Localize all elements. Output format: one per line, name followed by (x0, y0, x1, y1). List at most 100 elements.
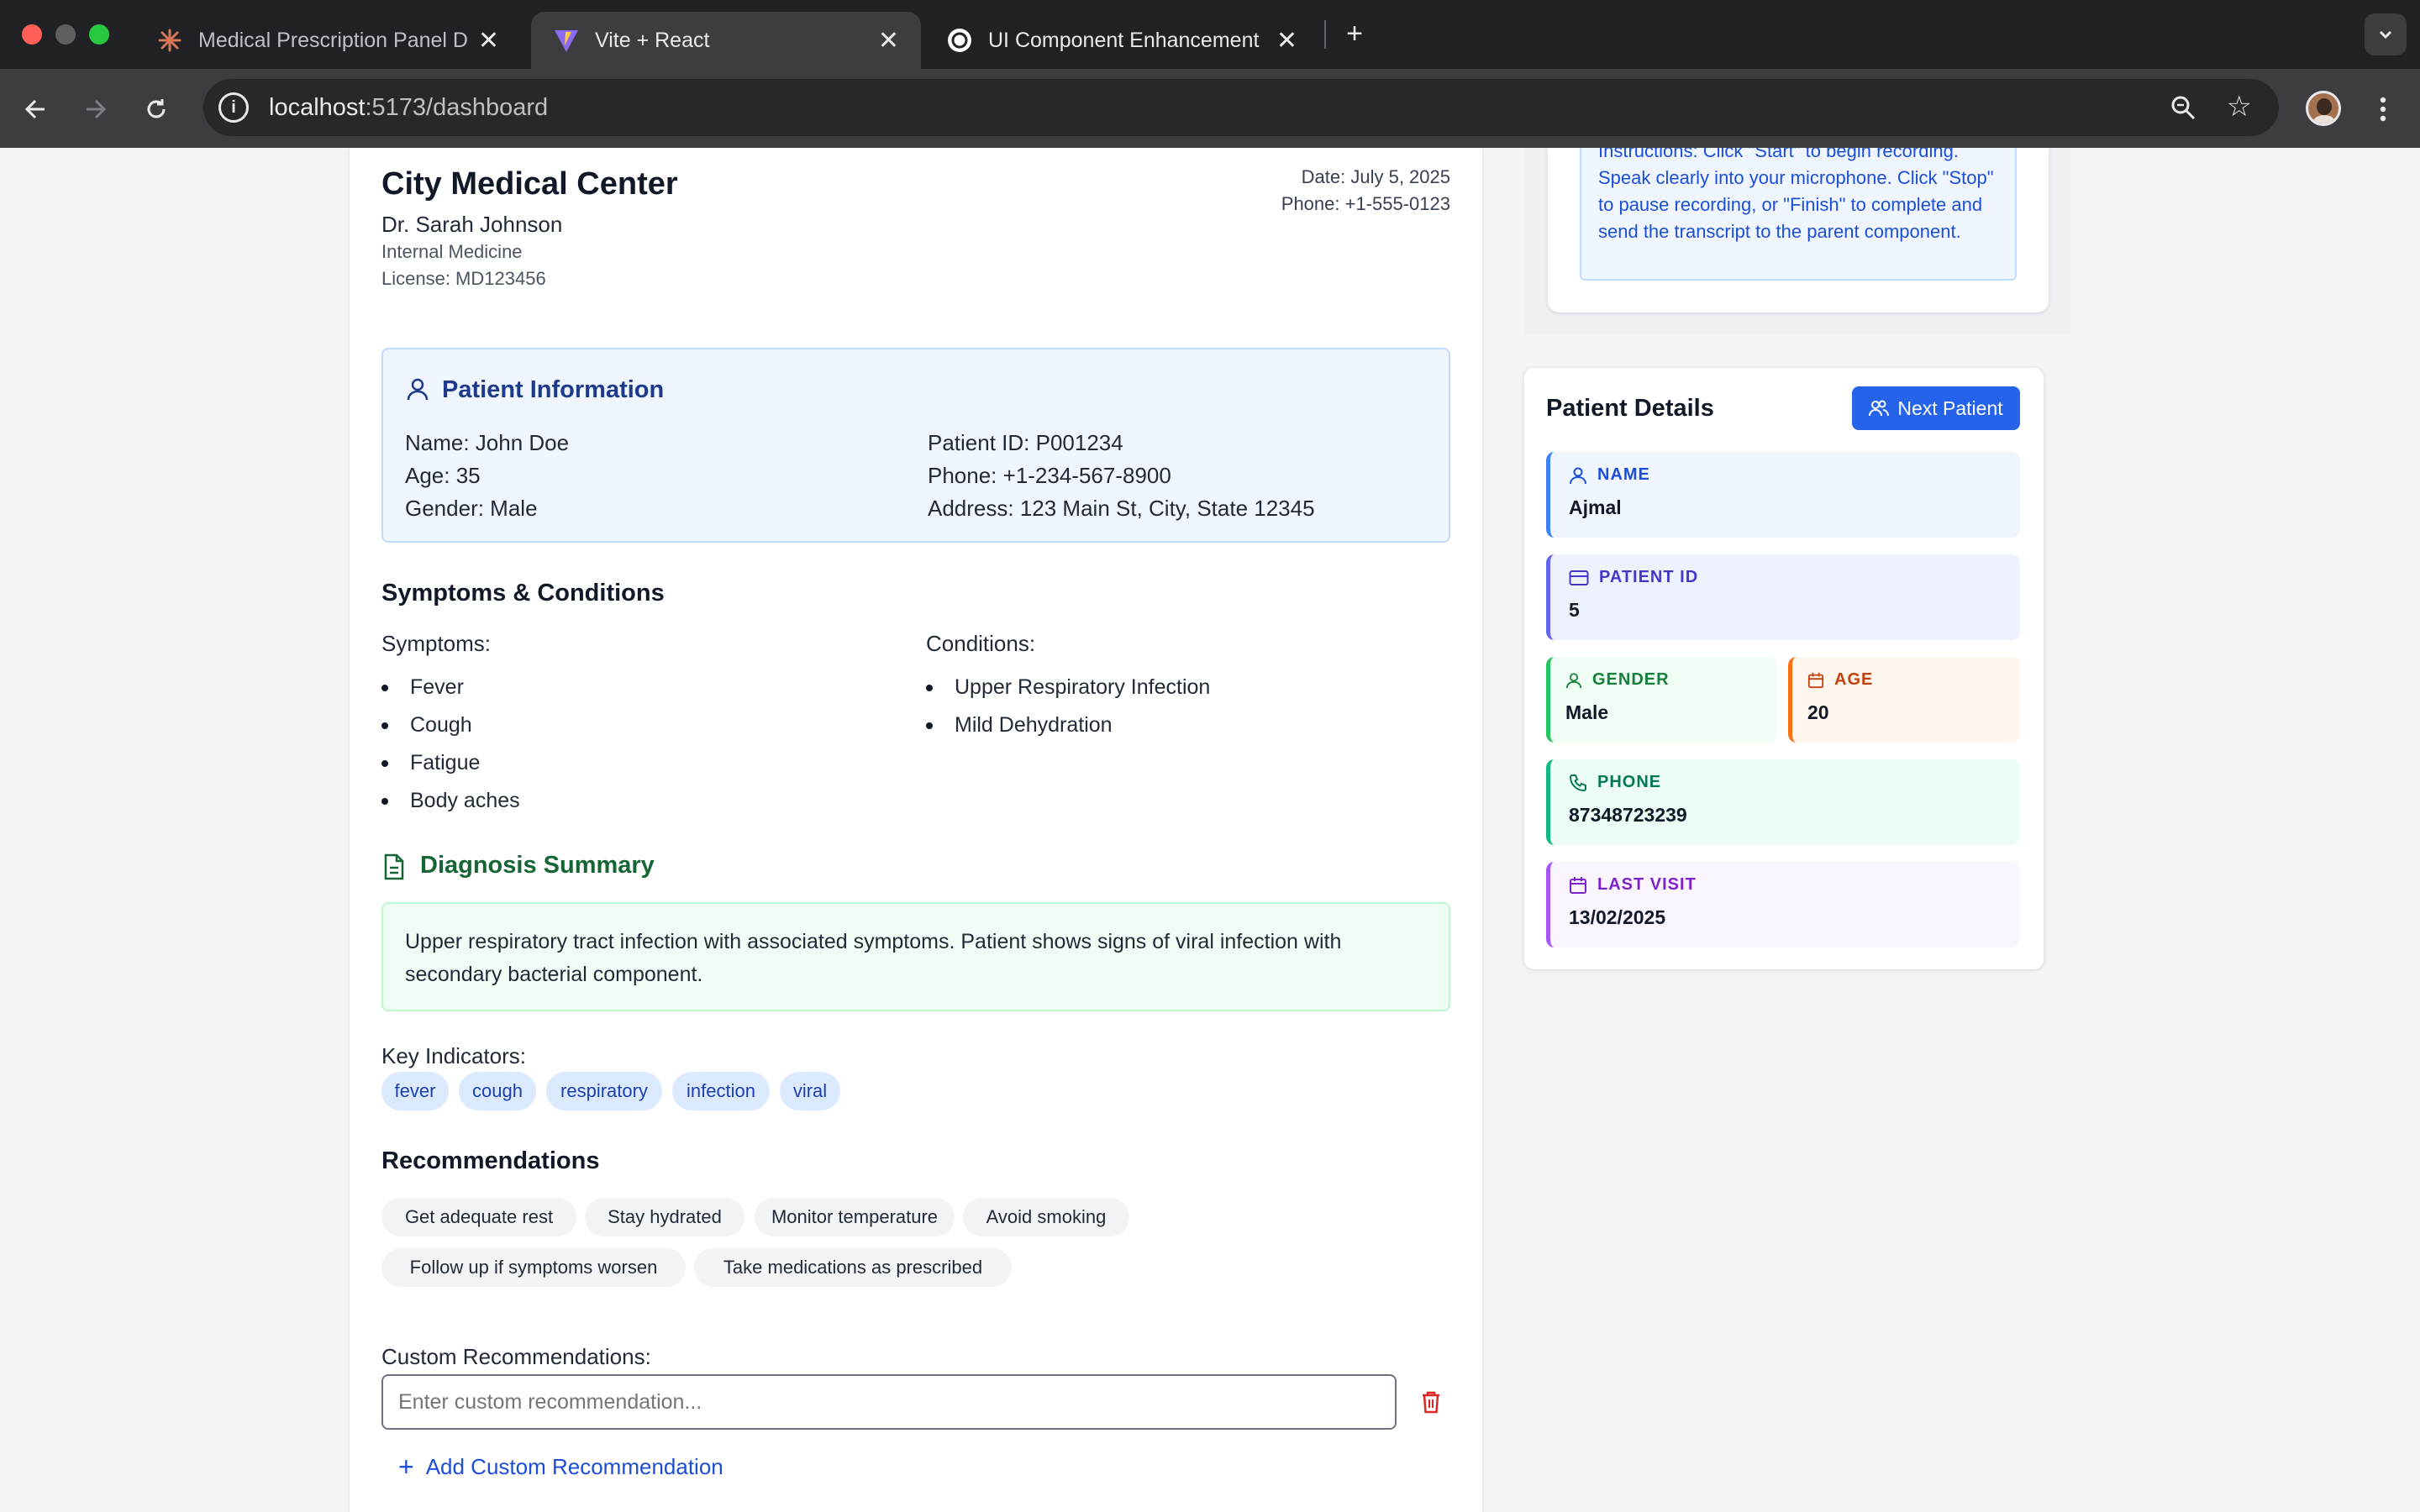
diagnosis-summary-text: Upper respiratory tract infection with a… (381, 902, 1450, 1011)
phone-value: 87348723239 (1569, 804, 1687, 826)
voice-recorder-panel: Instructions: Click "Start" to begin rec… (1524, 148, 2070, 334)
prescription-date: Date: July 5, 2025 (1301, 166, 1450, 187)
maximize-window-button[interactable] (89, 24, 109, 45)
patient-phone-field: PHONE 87348723239 (1546, 759, 2020, 845)
claude-icon (156, 27, 183, 54)
doctor-specialty: Internal Medicine (381, 241, 523, 262)
recommendations-title: Recommendations (381, 1147, 600, 1174)
browser-tab-3[interactable]: UI Component Enhancement ✕ (924, 12, 1319, 69)
age-label: AGE (1834, 670, 1874, 689)
phone-icon (1569, 774, 1586, 791)
calendar-icon (1807, 672, 1824, 688)
browser-tab-2[interactable]: Vite + React ✕ (531, 12, 921, 69)
site-info-icon[interactable]: i (218, 92, 249, 123)
recommendation-chip: Get adequate rest (381, 1198, 576, 1236)
key-indicator-chip: viral (780, 1072, 840, 1110)
conditions-list: Upper Respiratory Infection Mild Dehydra… (926, 669, 1210, 744)
hospital-name: City Medical Center (381, 166, 678, 202)
page-viewport: City Medical Center Dr. Sarah Johnson In… (0, 148, 2420, 1512)
symptom-item: Fever (381, 669, 520, 706)
vite-icon (553, 27, 580, 54)
recording-instructions-text: Instructions: Click "Start" to begin rec… (1598, 148, 1994, 242)
patient-name-field: NAME Ajmal (1546, 452, 2020, 538)
diagnosis-title: Diagnosis Summary (420, 852, 655, 879)
close-window-button[interactable] (22, 24, 42, 45)
name-value: Ajmal (1569, 496, 1622, 518)
patient-age: Age: 35 (405, 463, 481, 488)
patient-last-visit-field: LAST VISIT 13/02/2025 (1546, 862, 2020, 948)
tab-close-icon[interactable]: ✕ (878, 26, 899, 55)
tab-divider (1324, 20, 1326, 49)
next-patient-button[interactable]: Next Patient (1852, 386, 2020, 430)
condition-item: Upper Respiratory Infection (926, 669, 1210, 706)
zoom-icon[interactable] (2170, 94, 2196, 125)
profile-avatar[interactable] (2306, 91, 2341, 126)
symptoms-list: Fever Cough Fatigue Body aches (381, 669, 520, 820)
browser-tab-strip: Medical Prescription Panel De ✕ Vite + R… (0, 0, 2420, 69)
recommendation-chip: Take medications as prescribed (694, 1248, 1012, 1287)
last-visit-label: LAST VISIT (1597, 875, 1697, 894)
tab-title: UI Component Enhancement (988, 28, 1260, 52)
forward-arrow-icon[interactable] (77, 91, 114, 128)
key-indicator-chip: respiratory (546, 1072, 662, 1110)
key-indicator-chip: infection (672, 1072, 770, 1110)
patient-gender: Gender: Male (405, 496, 538, 521)
patient-information-box: Patient Information Name: John Doe Age: … (381, 348, 1450, 543)
key-indicator-chip: fever (381, 1072, 449, 1110)
user-icon (1570, 467, 1586, 484)
patient-id: Patient ID: P001234 (928, 430, 1123, 455)
reload-icon[interactable] (138, 91, 175, 128)
custom-recommendation-input[interactable] (381, 1374, 1397, 1430)
minimize-window-button[interactable] (55, 24, 76, 45)
key-indicators-label: Key Indicators: (381, 1043, 526, 1068)
clinic-phone: Phone: +1-555-0123 (1281, 193, 1450, 214)
gender-value: Male (1565, 701, 1609, 723)
recording-instructions: Instructions: Click "Start" to begin rec… (1580, 148, 2017, 281)
tab-search-chevron-down-icon[interactable] (2365, 13, 2407, 55)
add-custom-recommendation-button[interactable]: + Add Custom Recommendation (398, 1452, 723, 1483)
openai-icon (946, 27, 973, 54)
browser-tab-1[interactable]: Medical Prescription Panel De ✕ (134, 12, 521, 69)
add-custom-recommendation-label: Add Custom Recommendation (425, 1454, 723, 1479)
symptoms-label: Symptoms: (381, 631, 492, 656)
tab-title: Vite + React (595, 28, 710, 52)
symptom-item: Fatigue (381, 744, 520, 782)
prescription-card: City Medical Center Dr. Sarah Johnson In… (350, 148, 1482, 1512)
browser-toolbar: i localhost:5173/dashboard ☆ (0, 69, 2420, 148)
symptoms-conditions-title: Symptoms & Conditions (381, 580, 665, 606)
browser-menu-icon[interactable] (2368, 91, 2398, 128)
patient-details-card: Patient Details Next Patient NAME Ajmal … (1524, 368, 2044, 969)
user-icon (1565, 672, 1582, 688)
plus-icon: + (398, 1452, 414, 1482)
name-label: NAME (1597, 465, 1650, 484)
tab-close-icon[interactable]: ✕ (478, 26, 499, 55)
gender-label: GENDER (1592, 670, 1670, 689)
patient-id-label: PATIENT ID (1599, 568, 1699, 586)
id-card-icon (1569, 570, 1589, 585)
symptom-item: Cough (381, 706, 520, 744)
age-value: 20 (1807, 701, 1829, 723)
tab-close-icon[interactable]: ✕ (1276, 26, 1297, 55)
patient-details-title: Patient Details (1546, 395, 1714, 422)
conditions-label: Conditions: (926, 631, 1036, 656)
tab-title: Medical Prescription Panel De (198, 28, 468, 52)
recommendation-chip: Monitor temperature (755, 1198, 955, 1236)
patient-age-field: AGE 20 (1788, 657, 2020, 743)
new-tab-plus-icon[interactable]: + (1338, 17, 1371, 50)
custom-recommendations-label: Custom Recommendations: (381, 1344, 651, 1369)
voice-recorder-card: Instructions: Click "Start" to begin rec… (1548, 148, 2049, 312)
users-icon (1869, 399, 1890, 417)
doctor-license: License: MD123456 (381, 268, 546, 289)
calendar-icon (1570, 876, 1586, 894)
patient-address: Address: 123 Main St, City, State 12345 (928, 496, 1315, 521)
trash-icon[interactable] (1420, 1389, 1442, 1419)
back-arrow-icon[interactable] (17, 91, 54, 128)
url-text: localhost:5173/dashboard (269, 93, 549, 121)
bookmark-star-icon[interactable]: ☆ (2227, 92, 2252, 121)
recommendation-chip: Avoid smoking (963, 1198, 1129, 1236)
phone-label: PHONE (1597, 773, 1662, 791)
doctor-name: Dr. Sarah Johnson (381, 212, 563, 237)
last-visit-value: 13/02/2025 (1569, 906, 1666, 928)
address-bar[interactable]: i localhost:5173/dashboard ☆ (203, 79, 2279, 136)
key-indicator-chip: cough (459, 1072, 536, 1110)
